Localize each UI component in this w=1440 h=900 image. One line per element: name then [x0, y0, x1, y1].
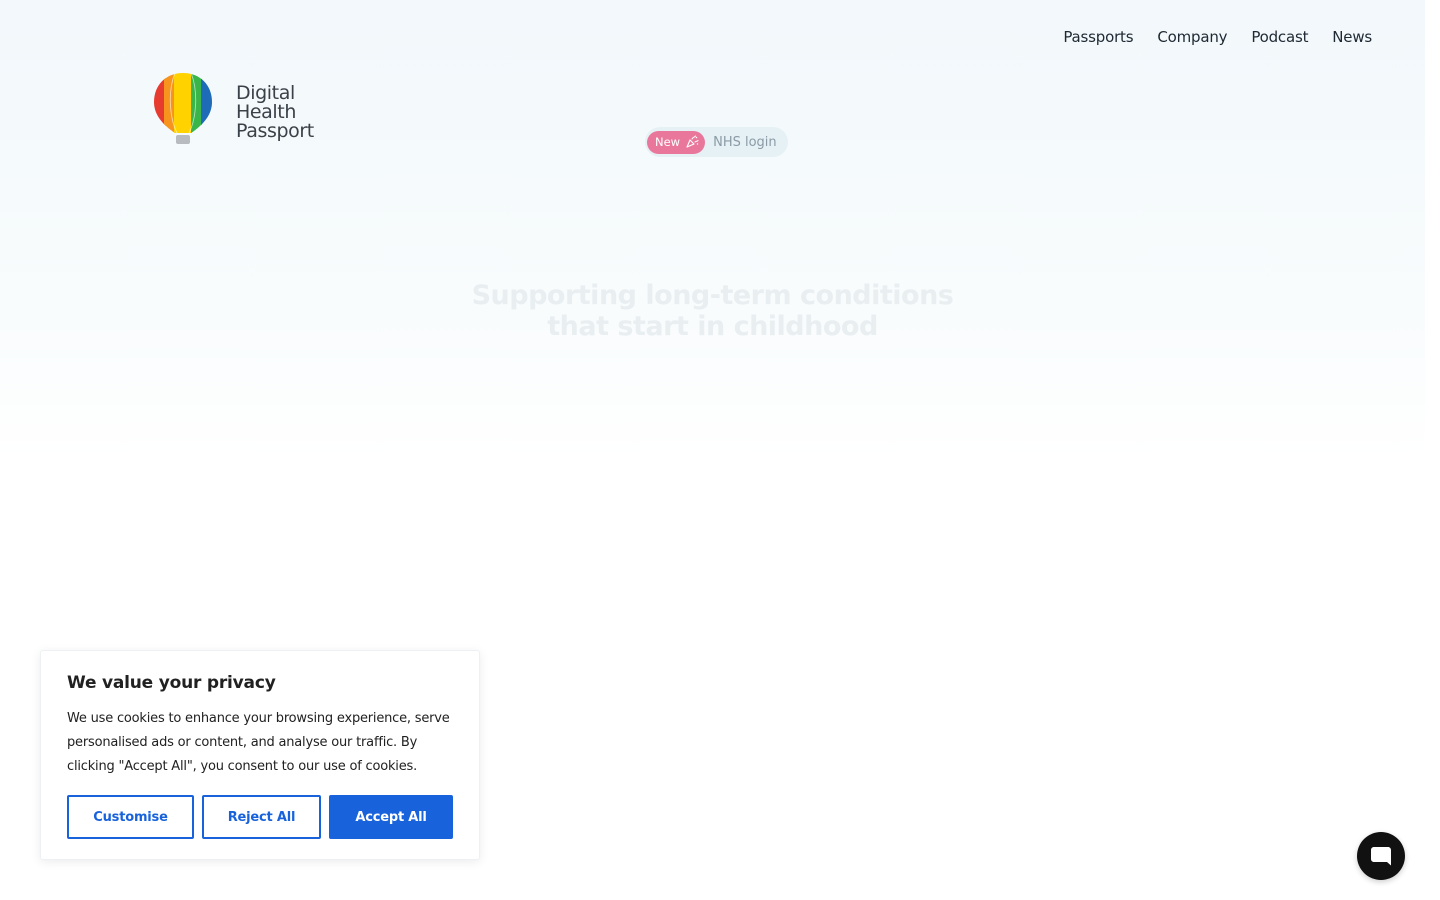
party-popper-icon	[686, 135, 699, 148]
logo-wordmark: Digital Health Passport	[236, 84, 314, 141]
nav-item-podcast[interactable]: Podcast	[1251, 28, 1308, 46]
nhs-login-link: NHS login	[713, 134, 777, 150]
nav-item-company[interactable]: Company	[1157, 28, 1227, 46]
nav-item-news[interactable]: News	[1332, 28, 1372, 46]
accept-all-button[interactable]: Accept All	[329, 795, 453, 839]
new-badge: New	[647, 130, 706, 154]
new-badge-label: New	[655, 135, 681, 149]
hero-title: Supporting long-term conditions that sta…	[471, 280, 954, 342]
logo-line-3: Passport	[236, 120, 314, 142]
cookie-consent-banner: We value your privacy We use cookies to …	[40, 650, 480, 860]
hero-background	[0, 0, 1425, 460]
reject-all-button[interactable]: Reject All	[202, 795, 321, 839]
cookie-banner-actions: Customise Reject All Accept All	[67, 795, 453, 839]
chat-launcher-button[interactable]	[1357, 832, 1405, 880]
hot-air-balloon-icon	[154, 73, 212, 144]
top-navigation: Passports Company Podcast News	[1063, 28, 1372, 46]
nav-item-passports[interactable]: Passports	[1063, 28, 1133, 46]
customise-button[interactable]: Customise	[67, 795, 194, 839]
cookie-banner-description: We use cookies to enhance your browsing …	[67, 711, 450, 774]
site-logo[interactable]: Digital Health Passport	[152, 72, 314, 146]
announcement-pill[interactable]: New NHS login	[645, 127, 788, 157]
cookie-banner-title: We value your privacy	[67, 673, 276, 693]
chat-bubble-icon	[1371, 847, 1391, 866]
page: Passports Company Podcast News Digital H…	[0, 0, 1440, 900]
